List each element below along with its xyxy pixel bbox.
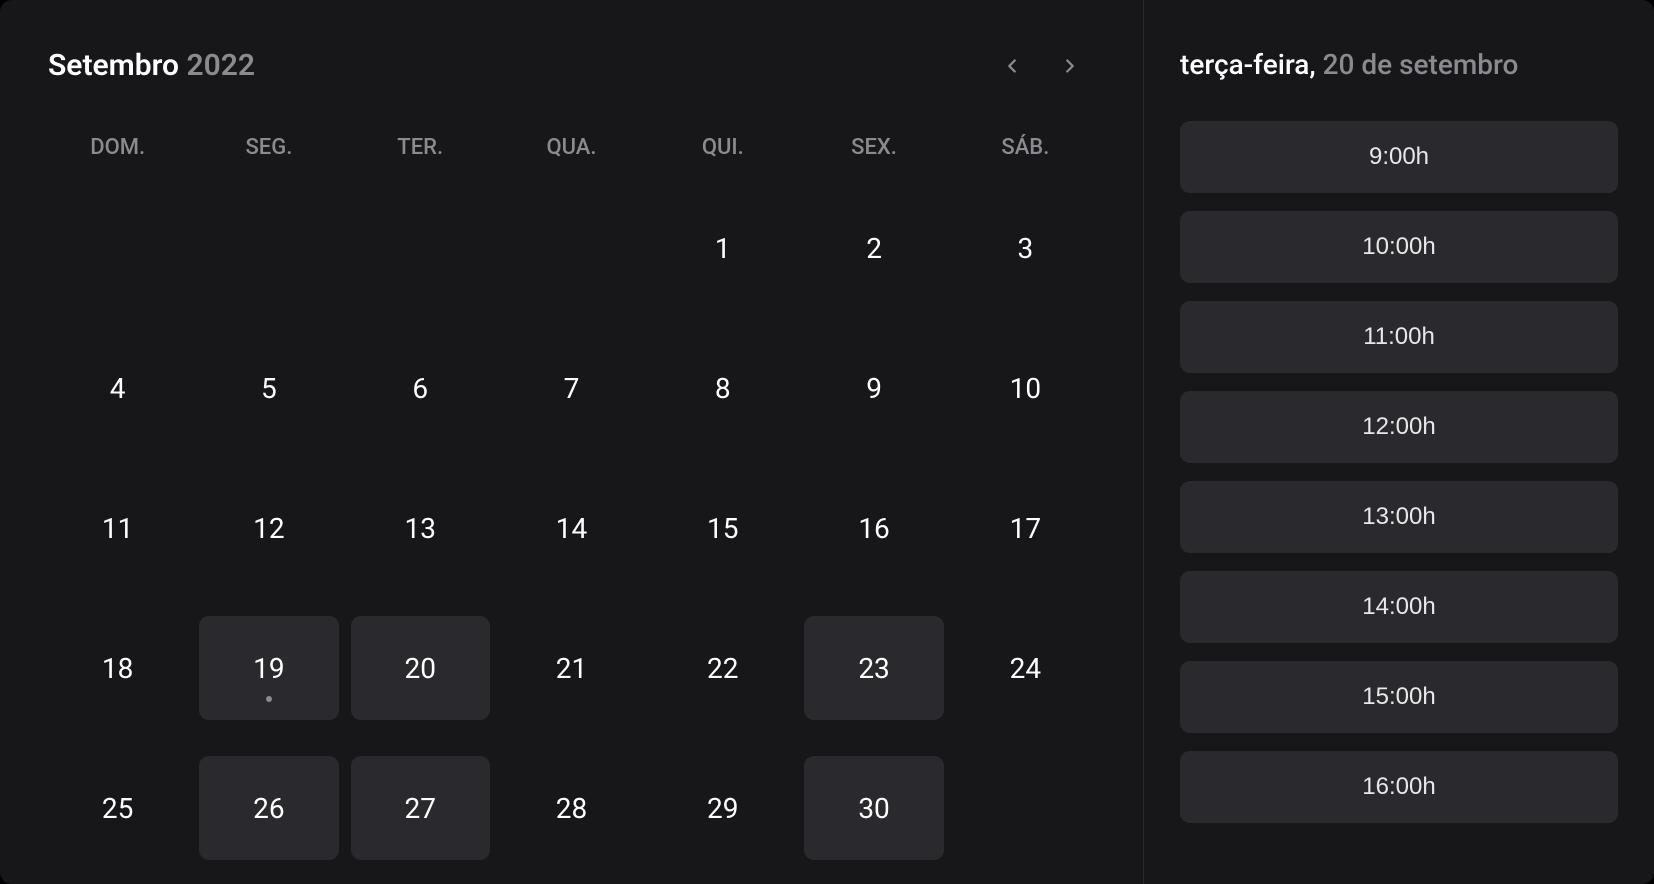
day-number: 8 <box>715 372 731 405</box>
day-cell[interactable]: 2 <box>804 196 943 300</box>
weekday-label: QUI. <box>653 135 792 160</box>
time-slot-list: 9:00h 10:00h 11:00h 12:00h 13:00h 14:00h 15:00… <box>1180 121 1618 823</box>
day-cell[interactable]: 25 <box>48 756 187 860</box>
day-number: 17 <box>1010 512 1041 545</box>
day-cell-empty <box>351 196 490 300</box>
calendar-header: Setembro 2022 <box>48 48 1095 83</box>
day-cell[interactable]: 20 <box>351 616 490 720</box>
prev-month-button[interactable] <box>997 51 1027 81</box>
time-slot-button[interactable]: 14:00h <box>1180 571 1618 643</box>
day-number: 2 <box>866 232 882 265</box>
day-number: 15 <box>707 512 738 545</box>
day-number: 30 <box>858 792 889 825</box>
day-cell[interactable]: 4 <box>48 336 187 440</box>
day-cell[interactable]: 24 <box>956 616 1095 720</box>
day-cell[interactable]: 28 <box>502 756 641 860</box>
day-number: 7 <box>564 372 580 405</box>
day-number: 3 <box>1017 232 1033 265</box>
day-number: 14 <box>556 512 587 545</box>
day-cell[interactable]: 10 <box>956 336 1095 440</box>
day-cell[interactable]: 15 <box>653 476 792 580</box>
day-number: 22 <box>707 652 738 685</box>
nav-buttons <box>997 51 1095 81</box>
month-year-title: Setembro 2022 <box>48 48 255 83</box>
day-cell-empty <box>48 196 187 300</box>
day-cell[interactable]: 27 <box>351 756 490 860</box>
day-cell[interactable]: 6 <box>351 336 490 440</box>
weekday-row: DOM. SEG. TER. QUA. QUI. SEX. SÁB. <box>48 135 1095 160</box>
day-cell[interactable]: 21 <box>502 616 641 720</box>
day-number: 23 <box>858 652 889 685</box>
day-cell[interactable]: 8 <box>653 336 792 440</box>
day-cell[interactable]: 17 <box>956 476 1095 580</box>
day-number: 9 <box>866 372 882 405</box>
day-number: 29 <box>707 792 738 825</box>
day-cell[interactable]: 29 <box>653 756 792 860</box>
scheduler-container: Setembro 2022 DOM.SEG.TER.QUA.QUI.SEX.SÁ… <box>0 0 1654 884</box>
day-number: 1 <box>715 232 731 265</box>
time-slot-button[interactable]: 11:00h <box>1180 301 1618 373</box>
day-number: 12 <box>253 512 284 545</box>
selected-date-text: 20 de setembro <box>1316 48 1519 81</box>
calendar-panel: Setembro 2022 DOM.SEG.TER.QUA.QUI.SEX.SÁ… <box>0 0 1144 884</box>
selected-day-name: terça-feira, <box>1180 48 1316 81</box>
day-cell[interactable]: 12 <box>199 476 338 580</box>
day-cell[interactable]: 5 <box>199 336 338 440</box>
day-cell[interactable]: 18 <box>48 616 187 720</box>
day-cell[interactable]: 7 <box>502 336 641 440</box>
day-cell[interactable]: 16 <box>804 476 943 580</box>
time-slot-button[interactable]: 16:00h <box>1180 751 1618 823</box>
day-cell[interactable]: 1 <box>653 196 792 300</box>
day-number: 19 <box>253 652 284 685</box>
time-slot-button[interactable]: 13:00h <box>1180 481 1618 553</box>
time-slot-button[interactable]: 12:00h <box>1180 391 1618 463</box>
day-cell[interactable]: 13 <box>351 476 490 580</box>
day-number: 13 <box>404 512 435 545</box>
weekday-label: DOM. <box>48 135 187 160</box>
day-number: 18 <box>102 652 133 685</box>
day-number: 25 <box>102 792 133 825</box>
year: 2022 <box>186 48 255 83</box>
weekday-label: TER. <box>351 135 490 160</box>
chevron-right-icon <box>1059 55 1081 77</box>
time-slot-button[interactable]: 15:00h <box>1180 661 1618 733</box>
day-cell-empty <box>502 196 641 300</box>
day-cell[interactable]: 9 <box>804 336 943 440</box>
day-number: 5 <box>261 372 277 405</box>
next-month-button[interactable] <box>1055 51 1085 81</box>
day-number: 24 <box>1010 652 1041 685</box>
month-name: Setembro <box>48 48 179 83</box>
day-cell[interactable]: 30 <box>804 756 943 860</box>
time-slot-button[interactable]: 9:00h <box>1180 121 1618 193</box>
day-number: 4 <box>110 372 126 405</box>
day-cell[interactable]: 23 <box>804 616 943 720</box>
weekday-label: QUA. <box>502 135 641 160</box>
weekday-label: SEX. <box>804 135 943 160</box>
selected-date-header: terça-feira, 20 de setembro <box>1180 48 1618 81</box>
chevron-left-icon <box>1001 55 1023 77</box>
day-number: 21 <box>556 652 587 685</box>
day-number: 10 <box>1010 372 1041 405</box>
day-number: 28 <box>556 792 587 825</box>
day-cell[interactable]: 19 <box>199 616 338 720</box>
day-cell[interactable]: 3 <box>956 196 1095 300</box>
day-cell[interactable]: 26 <box>199 756 338 860</box>
day-cell[interactable]: 22 <box>653 616 792 720</box>
day-number: 26 <box>253 792 284 825</box>
day-number: 16 <box>858 512 889 545</box>
day-cell[interactable]: 11 <box>48 476 187 580</box>
time-panel: terça-feira, 20 de setembro 9:00h 10:00h 1… <box>1144 0 1654 884</box>
day-number: 20 <box>404 652 435 685</box>
day-number: 27 <box>404 792 435 825</box>
time-slot-button[interactable]: 10:00h <box>1180 211 1618 283</box>
days-grid: 1234567891011121314151617181920212223242… <box>48 196 1095 884</box>
day-number: 6 <box>412 372 428 405</box>
weekday-label: SEG. <box>199 135 338 160</box>
day-number: 11 <box>102 512 133 545</box>
weekday-label: SÁB. <box>956 135 1095 160</box>
day-cell[interactable]: 14 <box>502 476 641 580</box>
today-indicator-dot <box>266 696 272 702</box>
day-cell-empty <box>199 196 338 300</box>
